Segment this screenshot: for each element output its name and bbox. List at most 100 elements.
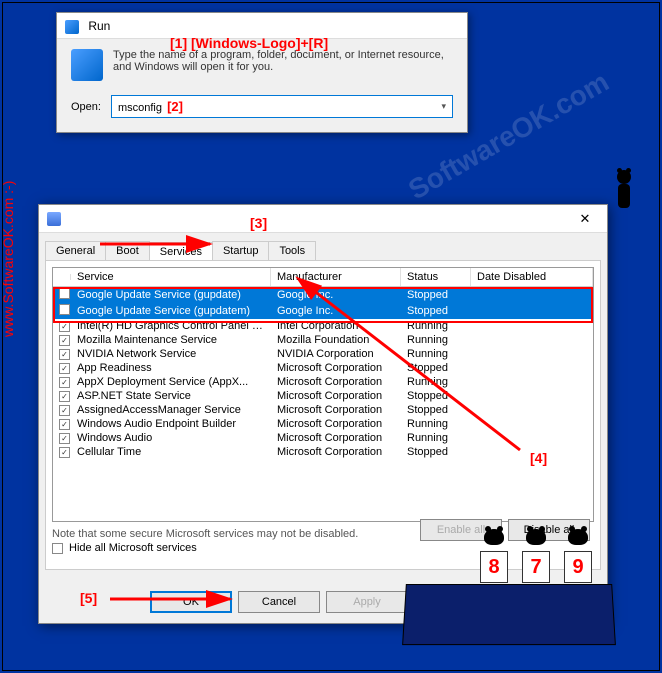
- service-name: Google Update Service (gupdatem): [71, 305, 271, 317]
- run-app-icon: [71, 49, 103, 81]
- tab-general[interactable]: General: [45, 241, 106, 260]
- service-manufacturer: NVIDIA Corporation: [271, 348, 401, 360]
- service-manufacturer: Microsoft Corporation: [271, 390, 401, 402]
- annotation-2: [2]: [167, 99, 183, 114]
- close-icon[interactable]: ✕: [567, 207, 603, 231]
- tabs: GeneralBootServicesStartupTools: [45, 241, 601, 260]
- service-status: Running: [401, 432, 471, 444]
- service-status: Stopped: [401, 305, 471, 317]
- service-name: App Readiness: [71, 362, 271, 374]
- service-checkbox[interactable]: ✓: [59, 335, 70, 346]
- service-name: NVIDIA Network Service: [71, 348, 271, 360]
- services-panel: Service Manufacturer Status Date Disable…: [45, 260, 601, 570]
- service-status: Stopped: [401, 446, 471, 458]
- hide-ms-checkbox[interactable]: [52, 543, 63, 554]
- service-manufacturer: Microsoft Corporation: [271, 376, 401, 388]
- service-status: Running: [401, 334, 471, 346]
- service-manufacturer: Google Inc.: [271, 289, 401, 301]
- service-checkbox[interactable]: [59, 304, 70, 315]
- services-table: Service Manufacturer Status Date Disable…: [52, 267, 594, 522]
- ok-button[interactable]: OK: [150, 591, 232, 613]
- service-status: Stopped: [401, 390, 471, 402]
- decorative-judge-cards: 8 7 9: [480, 529, 592, 583]
- table-row[interactable]: ✓NVIDIA Network ServiceNVIDIA Corporatio…: [53, 347, 593, 361]
- service-name: AssignedAccessManager Service: [71, 404, 271, 416]
- service-manufacturer: Google Inc.: [271, 305, 401, 317]
- service-checkbox[interactable]: ✓: [59, 447, 70, 458]
- annotation-4: [4]: [530, 450, 547, 466]
- service-checkbox[interactable]: ✓: [59, 419, 70, 430]
- msconfig-titlebar: ✕: [39, 205, 607, 233]
- service-name: Windows Audio: [71, 432, 271, 444]
- service-status: Stopped: [401, 404, 471, 416]
- header-service[interactable]: Service: [71, 268, 271, 286]
- cancel-button[interactable]: Cancel: [238, 591, 320, 613]
- table-row[interactable]: ✓AssignedAccessManager ServiceMicrosoft …: [53, 403, 593, 417]
- service-status: Running: [401, 348, 471, 360]
- hide-ms-label: Hide all Microsoft services: [69, 542, 197, 554]
- service-manufacturer: Microsoft Corporation: [271, 432, 401, 444]
- service-checkbox[interactable]: ✓: [59, 377, 70, 388]
- service-name: Intel(R) HD Graphics Control Panel Se...: [71, 320, 271, 332]
- watermark-left: www.SoftwareOK.com :-): [0, 180, 16, 336]
- service-status: Running: [401, 418, 471, 430]
- table-row[interactable]: Google Update Service (gupdate)Google In…: [53, 287, 593, 303]
- annotation-1: [1] [Windows-Logo]+[R]: [170, 35, 328, 51]
- service-manufacturer: Microsoft Corporation: [271, 404, 401, 416]
- service-checkbox[interactable]: ✓: [59, 405, 70, 416]
- service-status: Running: [401, 376, 471, 388]
- table-header: Service Manufacturer Status Date Disable…: [53, 268, 593, 287]
- decorative-climber: [604, 170, 644, 240]
- header-date[interactable]: Date Disabled: [471, 268, 593, 286]
- run-title-icon: [65, 20, 79, 34]
- run-open-value: msconfig: [118, 102, 162, 114]
- service-checkbox[interactable]: ✓: [59, 363, 70, 374]
- table-row[interactable]: ✓Cellular TimeMicrosoft CorporationStopp…: [53, 445, 593, 459]
- tab-boot[interactable]: Boot: [105, 241, 150, 260]
- service-status: Running: [401, 320, 471, 332]
- run-description: Type the name of a program, folder, docu…: [113, 49, 453, 73]
- service-checkbox[interactable]: [59, 288, 70, 299]
- service-name: Mozilla Maintenance Service: [71, 334, 271, 346]
- score-card-2: 7: [522, 551, 550, 583]
- service-name: Google Update Service (gupdate): [71, 289, 271, 301]
- service-manufacturer: Intel Corporation: [271, 320, 401, 332]
- service-manufacturer: Microsoft Corporation: [271, 362, 401, 374]
- chevron-down-icon[interactable]: ▾: [441, 101, 446, 112]
- service-manufacturer: Microsoft Corporation: [271, 418, 401, 430]
- service-manufacturer: Microsoft Corporation: [271, 446, 401, 458]
- table-row[interactable]: ✓Intel(R) HD Graphics Control Panel Se..…: [53, 319, 593, 333]
- table-row[interactable]: ✓AppX Deployment Service (AppX...Microso…: [53, 375, 593, 389]
- table-row[interactable]: ✓Mozilla Maintenance ServiceMozilla Foun…: [53, 333, 593, 347]
- decorative-desk: [402, 584, 616, 645]
- table-row[interactable]: Google Update Service (gupdatem)Google I…: [53, 303, 593, 319]
- service-status: Stopped: [401, 362, 471, 374]
- run-open-input[interactable]: msconfig [2] ▾: [111, 95, 453, 118]
- service-name: Windows Audio Endpoint Builder: [71, 418, 271, 430]
- service-status: Stopped: [401, 289, 471, 301]
- service-checkbox[interactable]: ✓: [59, 349, 70, 360]
- run-dialog: Run Type the name of a program, folder, …: [56, 12, 468, 133]
- run-title-text: Run: [88, 19, 110, 33]
- service-manufacturer: Mozilla Foundation: [271, 334, 401, 346]
- tab-startup[interactable]: Startup: [212, 241, 269, 260]
- apply-button[interactable]: Apply: [326, 591, 408, 613]
- header-manufacturer[interactable]: Manufacturer: [271, 268, 401, 286]
- msconfig-icon: [47, 212, 61, 226]
- table-row[interactable]: ✓Windows Audio Endpoint BuilderMicrosoft…: [53, 417, 593, 431]
- header-status[interactable]: Status: [401, 268, 471, 286]
- table-row[interactable]: ✓Windows AudioMicrosoft CorporationRunni…: [53, 431, 593, 445]
- score-card-3: 9: [564, 551, 592, 583]
- service-checkbox[interactable]: ✓: [59, 391, 70, 402]
- tab-tools[interactable]: Tools: [268, 241, 316, 260]
- service-checkbox[interactable]: ✓: [59, 433, 70, 444]
- tab-services[interactable]: Services: [149, 242, 213, 261]
- service-name: Cellular Time: [71, 446, 271, 458]
- table-row[interactable]: ✓App ReadinessMicrosoft CorporationStopp…: [53, 361, 593, 375]
- service-checkbox[interactable]: ✓: [59, 321, 70, 332]
- table-row[interactable]: ✓ASP.NET State ServiceMicrosoft Corporat…: [53, 389, 593, 403]
- score-card-1: 8: [480, 551, 508, 583]
- service-name: AppX Deployment Service (AppX...: [71, 376, 271, 388]
- annotation-5: [5]: [80, 590, 97, 606]
- service-name: ASP.NET State Service: [71, 390, 271, 402]
